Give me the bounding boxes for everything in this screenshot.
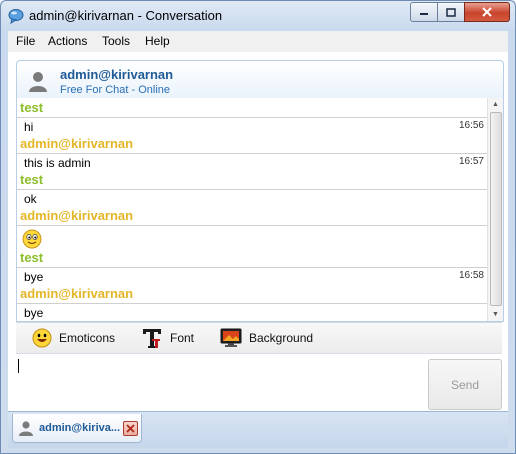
background-label: Background <box>249 331 314 345</box>
message-time: 16:56 <box>458 120 484 131</box>
emoticons-label: Emoticons <box>59 331 116 345</box>
message-time: 16:58 <box>458 270 484 281</box>
conversation-panel: admin@kirivarnan Free For Chat - Online … <box>8 52 508 412</box>
contact-header: admin@kirivarnan Free For Chat - Online <box>16 60 504 100</box>
message-sender: test <box>20 250 44 265</box>
message-line: this is admin 16:57 <box>17 153 487 172</box>
message-sender: test <box>20 100 44 115</box>
message-text: bye <box>24 270 44 284</box>
message-input[interactable]: Send <box>16 353 502 412</box>
window-controls <box>410 2 510 22</box>
menu-help[interactable]: Help <box>145 34 170 48</box>
message-time: 16:57 <box>458 156 484 167</box>
user-silhouette-icon <box>29 72 47 92</box>
conversation-tab-bar: admin@kiriva... <box>8 411 508 448</box>
message-text: bye <box>24 306 44 320</box>
emoticons-button[interactable]: Emoticons <box>32 328 115 348</box>
conversation-window: admin@kirivarnan - Conversation File Act… <box>0 0 516 454</box>
message-toolbar: Emoticons Font Background <box>16 322 502 353</box>
message-line: hi 16:56 <box>17 117 487 136</box>
send-button[interactable]: Send <box>428 359 502 410</box>
font-button[interactable]: Font <box>141 328 194 348</box>
minimize-button[interactable] <box>410 2 438 22</box>
close-x-icon <box>126 424 135 433</box>
maximize-icon <box>446 7 456 17</box>
menu-bar: File Actions Tools Help <box>8 31 508 53</box>
font-label: Font <box>170 331 195 345</box>
scroll-thumb[interactable] <box>490 112 502 306</box>
menu-tools[interactable]: Tools <box>102 34 130 48</box>
message-line <box>17 225 487 250</box>
contact-status: Free For Chat - Online <box>60 84 171 96</box>
message-sender: admin@kirivarnan <box>20 286 134 301</box>
user-silhouette-icon <box>19 421 33 436</box>
message-text: this is admin <box>24 156 91 170</box>
tab-label: admin@kiriva... <box>39 422 121 434</box>
title-bar[interactable]: admin@kirivarnan - Conversation <box>1 1 515 31</box>
text-caret <box>18 359 19 373</box>
message-text: ok <box>24 192 37 206</box>
close-button[interactable] <box>464 2 510 22</box>
minimize-icon <box>420 13 428 15</box>
window-title: admin@kirivarnan - Conversation <box>29 8 223 23</box>
chat-bubble-icon <box>8 9 24 24</box>
message-sender: test <box>20 172 44 187</box>
message-sender: admin@kirivarnan <box>20 208 134 223</box>
monitor-icon <box>220 328 242 347</box>
smiley-emoticon-icon <box>22 229 42 249</box>
scroll-up-icon[interactable]: ▲ <box>492 101 499 108</box>
smiley-icon <box>32 328 52 348</box>
menu-actions[interactable]: Actions <box>48 34 87 48</box>
message-line: ok <box>17 189 487 208</box>
font-t-icon <box>143 329 161 348</box>
message-text: hi <box>24 120 34 134</box>
message-sender: admin@kirivarnan <box>20 136 134 151</box>
close-icon <box>482 7 492 17</box>
message-line: bye 16:58 <box>17 267 487 286</box>
chat-history[interactable]: test hi 16:56 admin@kirivarnan this is a… <box>16 98 504 322</box>
background-button[interactable]: Background <box>220 328 313 348</box>
maximize-button[interactable] <box>437 2 465 22</box>
contact-name: admin@kirivarnan <box>60 67 174 82</box>
chat-scrollbar[interactable]: ▲ ▼ <box>487 98 503 321</box>
scroll-down-icon[interactable]: ▼ <box>492 311 499 318</box>
conversation-tab[interactable]: admin@kiriva... <box>12 414 142 443</box>
menu-file[interactable]: File <box>16 34 35 48</box>
message-line: bye <box>17 303 487 321</box>
tab-close-button[interactable] <box>123 421 138 436</box>
